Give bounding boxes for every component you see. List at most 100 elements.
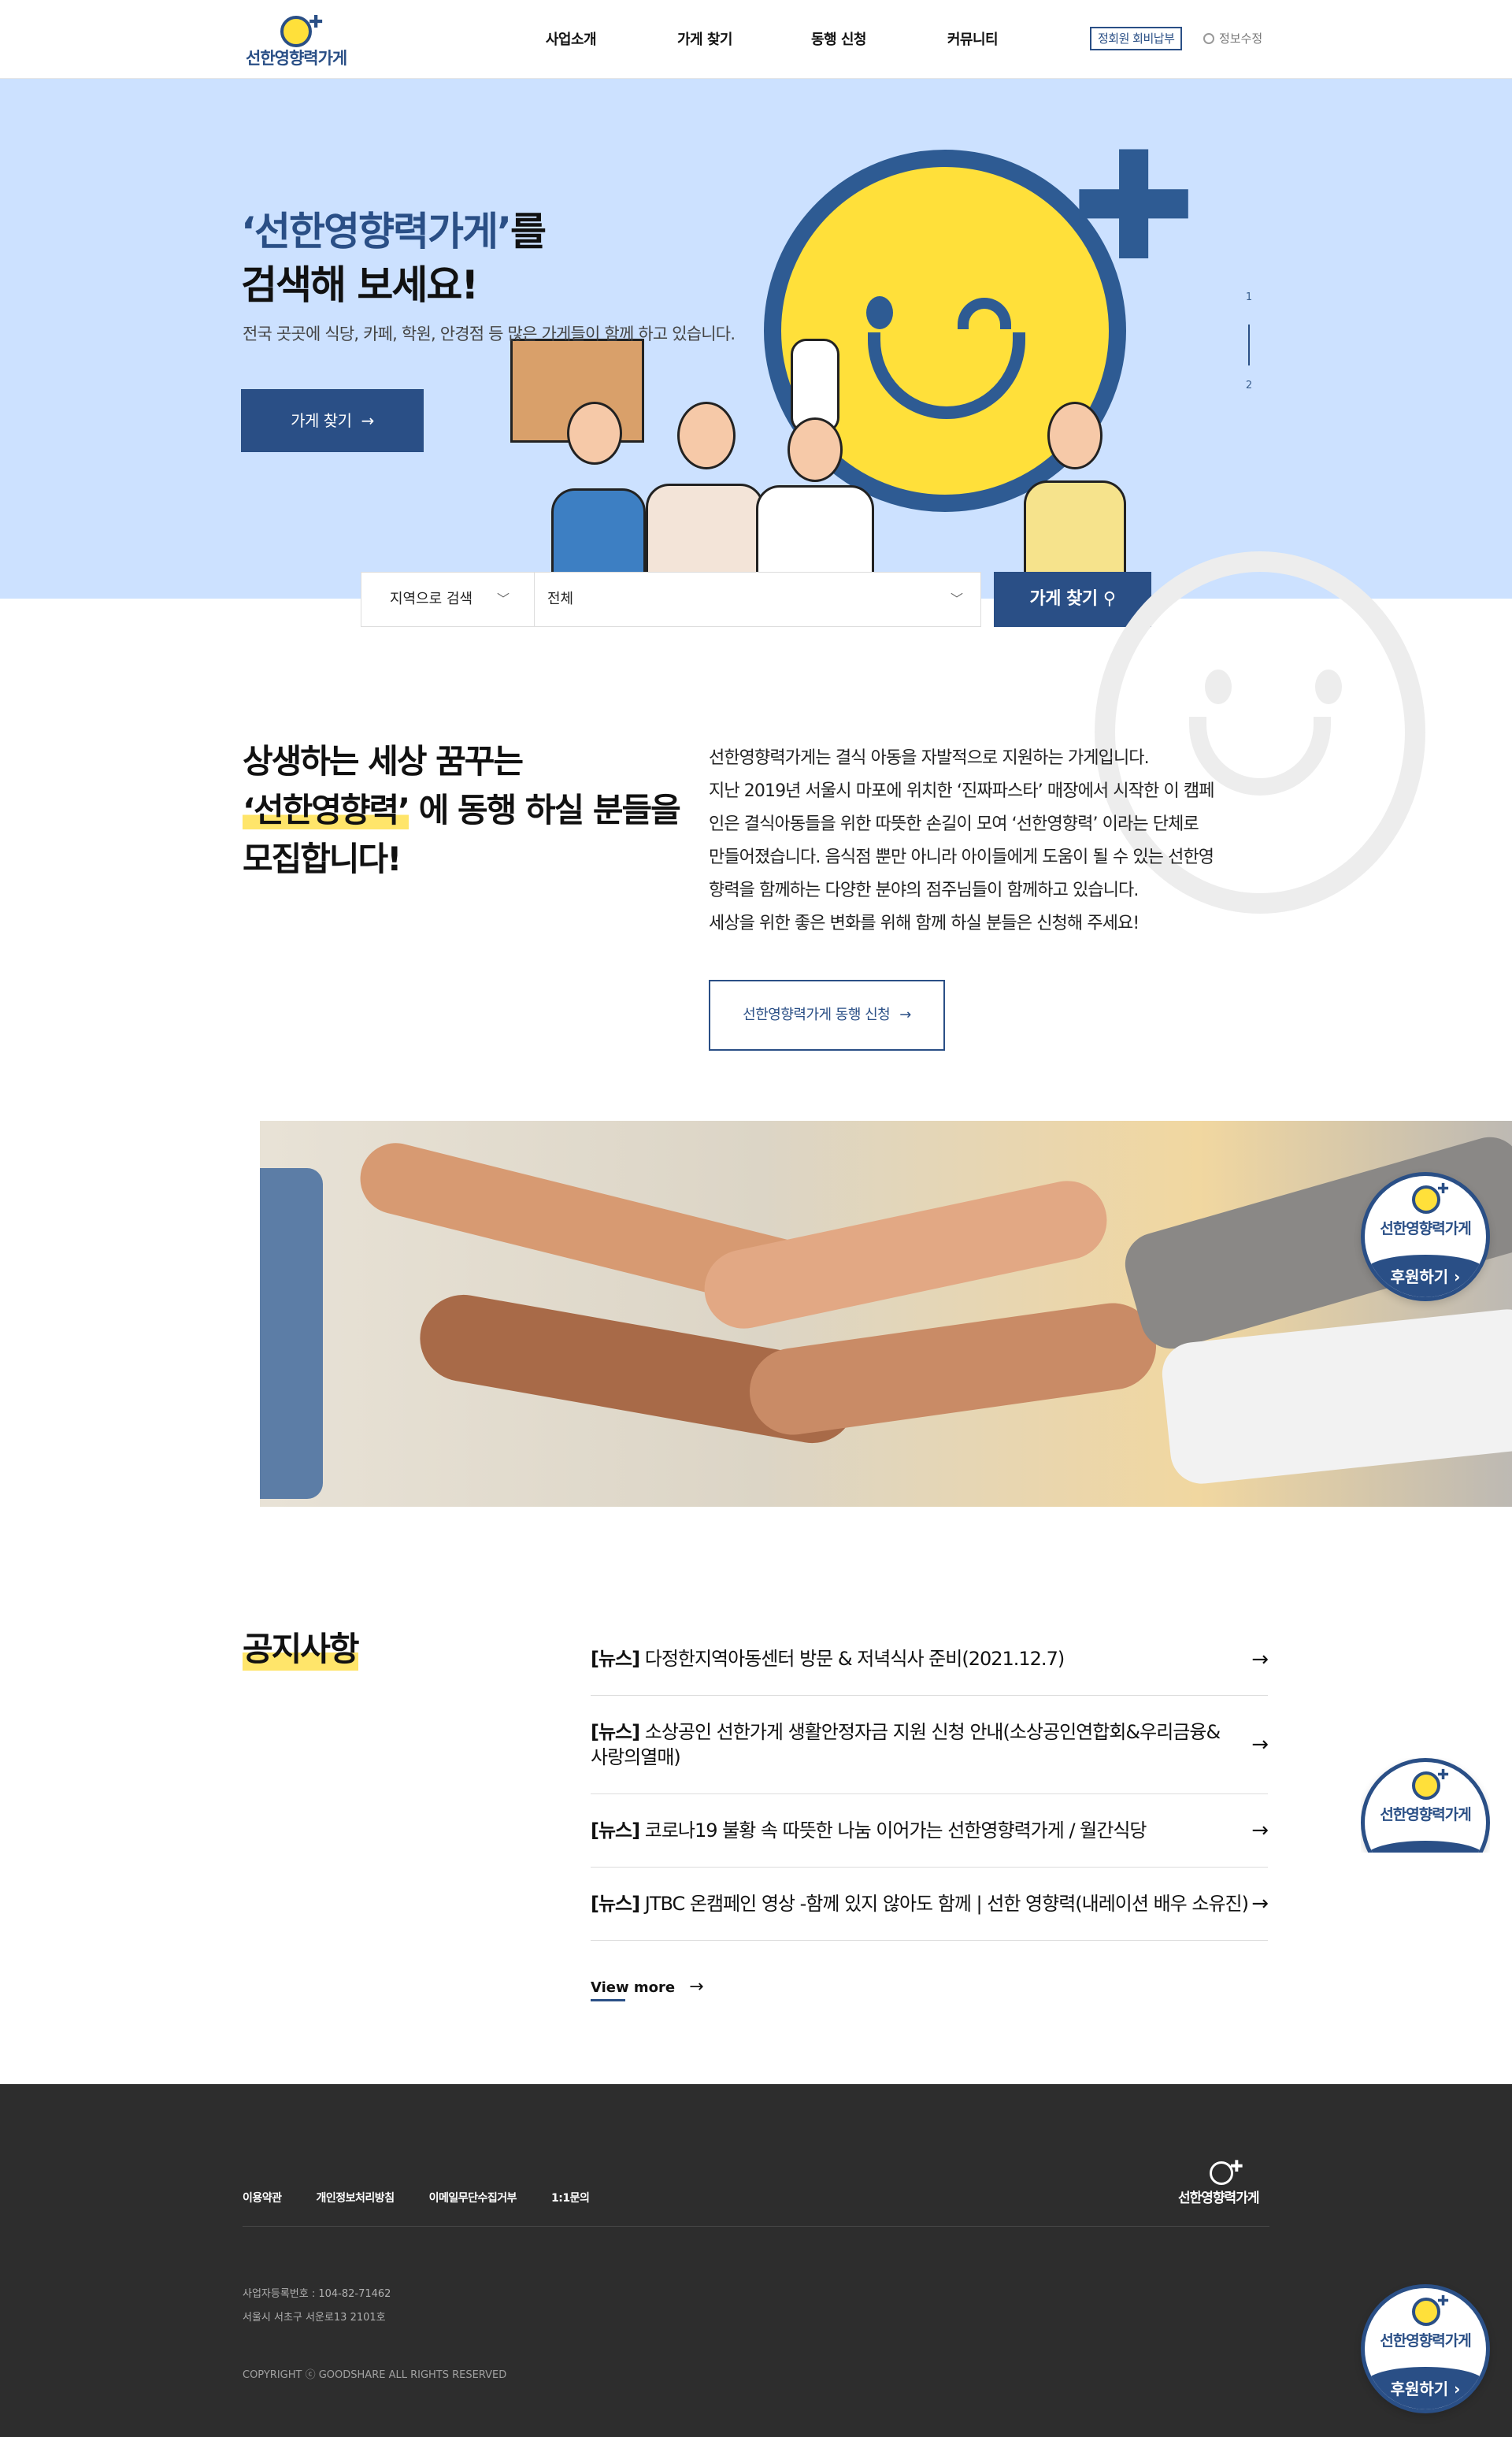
donate-badge[interactable]: ✚ 선한영향력가게 후원하기 › — [1361, 2284, 1490, 2413]
region-value-select[interactable]: 전체 ﹀ — [547, 573, 973, 626]
chevron-down-icon: ﹀ — [497, 592, 510, 606]
hero-button-label: 가게 찾기 — [291, 411, 352, 430]
intro-text-line: 인은 결식아동들을 위한 따뜻한 손길이 모여 ‘선한영향력’ 이라는 단체로 — [709, 814, 1199, 834]
site-header: ✚ 선한영향력가게 사업소개 가게 찾기 동행 신청 커뮤니티 정회원 회비납부… — [0, 0, 1512, 79]
nav-find-store[interactable]: 가게 찾기 — [638, 28, 772, 49]
footer-divider — [243, 2226, 1269, 2227]
notice-text: JTBC 온캠페인 영상 -함께 있지 않아도 함께 | 선한 영향력(내레이션… — [639, 1893, 1249, 1915]
slide-progress-bar — [1248, 325, 1250, 365]
footer-address: 서울시 서초구 서운로13 2101호 — [243, 2312, 386, 2324]
notice-item[interactable]: [뉴스] JTBC 온캠페인 영상 -함께 있지 않아도 함께 | 선한 영향력… — [591, 1868, 1268, 1941]
arrow-right-icon: → — [361, 411, 375, 430]
donate-badge-partial[interactable]: ✚ 선한영향력가게 후원하기 › — [1361, 1758, 1490, 1853]
footer-logo[interactable]: ✚ 선한영향력가게 — [1178, 2157, 1269, 2209]
notice-item[interactable]: [뉴스] 코로나19 불황 속 따뜻한 나눔 이어가는 선한영향력가게 / 월간… — [591, 1794, 1269, 1868]
view-more-underline — [591, 1999, 625, 2001]
hero-banner: ✚ ‘선한영향력가게’를 검색해 보세요! 전국 곳곳에 식당, 카페, 학원,… — [0, 79, 1512, 599]
member-fee-button[interactable]: 정회원 회비납부 — [1090, 27, 1183, 50]
main-nav: 사업소개 가게 찾기 동행 신청 커뮤니티 — [504, 28, 1040, 49]
chevron-down-icon: ﹀ — [951, 592, 964, 606]
logo-plus-icon: ✚ — [309, 13, 324, 32]
edit-info-label: 정보수정 — [1219, 32, 1263, 46]
nav-about[interactable]: 사업소개 — [504, 28, 638, 49]
slide-indicator[interactable]: 1 2 — [1244, 291, 1254, 410]
hero-title-highlight: ‘선한영향력가게’ — [241, 209, 512, 254]
notice-tag: [뉴스] — [591, 1819, 640, 1842]
intro-text-line: 지난 2019년 서울시 마포에 위치한 ‘진짜파스타’ 매장에서 시작한 이 … — [709, 781, 1215, 801]
barista-person — [646, 402, 764, 599]
notice-section-title: 공지사항 — [243, 1623, 360, 1671]
hero-title: ‘선한영향력가게’를 검색해 보세요! — [241, 205, 547, 312]
hero-title-line2: 검색해 보세요! — [241, 262, 479, 308]
notice-text: 코로나19 불황 속 따뜻한 나눔 이어가는 선한영향력가게 / 월간식당 — [639, 1819, 1147, 1842]
hero-find-store-button[interactable]: 가게 찾기 → — [241, 389, 424, 452]
logo-plus-icon: ✚ — [1230, 2157, 1243, 2175]
intro-title-highlight: ‘선한영향력’ — [243, 791, 410, 829]
region-select-label: 지역으로 검색 — [390, 591, 473, 607]
footer-link-email-policy[interactable]: 이메일무단수집거부 — [429, 2190, 517, 2205]
notice-tag: [뉴스] — [591, 1721, 640, 1743]
footer-logo-text: 선한영향력가게 — [1178, 2190, 1259, 2206]
donate-button[interactable]: 후원하기 › — [1365, 2367, 1486, 2409]
site-footer: 이용약관 개인정보처리방침 이메일무단수집거부 1:1문의 ✚ 선한영향력가게 … — [0, 2084, 1512, 2437]
footer-copyright: COPYRIGHT ⓒ GOODSHARE ALL RIGHTS RESERVE… — [243, 2369, 507, 2381]
intro-title-line1: 상생하는 세상 꿈꾸는 — [243, 742, 524, 781]
donate-button[interactable]: 후원하기 › — [1365, 1841, 1486, 1853]
intro-text-line: 세상을 위한 좋은 변화를 위해 함께 하실 분들은 신청해 주세요! — [709, 914, 1140, 933]
logo-face-icon — [1412, 2298, 1440, 2326]
footer-link-terms[interactable]: 이용약관 — [243, 2190, 282, 2205]
arrow-right-icon: → — [1251, 1648, 1269, 1671]
slide-number-1[interactable]: 1 — [1244, 291, 1254, 303]
delivery-person — [551, 402, 646, 599]
logo-plus-icon: ✚ — [1437, 1767, 1450, 1783]
mascot-plus-icon: ✚ — [1071, 120, 1197, 294]
intro-text-line: 향력을 함께하는 다양한 분야의 점주님들이 함께하고 있습니다. — [709, 881, 1139, 900]
footer-link-inquiry[interactable]: 1:1문의 — [551, 2190, 590, 2205]
intro-description: 선한영향력가게는 결식 아동을 자발적으로 지원하는 가게입니다. 지난 201… — [709, 742, 1276, 940]
hero-subtitle: 전국 곳곳에 식당, 카페, 학원, 안경점 등 많은 가게들이 함께 하고 있… — [243, 325, 736, 343]
donate-badge[interactable]: ✚ 선한영향력가게 후원하기 › — [1361, 1172, 1490, 1301]
notice-list: [뉴스] 다정한지역아동센터 방문 & 저녁식사 준비(2021.12.7) → … — [591, 1624, 1269, 1941]
arrow-right-icon: → — [1251, 1892, 1268, 1916]
store-search-bar: 지역으로 검색 ﹀ 전체 ﹀ — [361, 572, 981, 627]
donate-badge-logo: 선한영향력가게 — [1380, 2332, 1471, 2350]
logo-face-icon — [280, 16, 312, 47]
chef-person — [756, 339, 874, 599]
shop-owners-illustration — [504, 323, 1166, 599]
nav-community[interactable]: 커뮤니티 — [906, 28, 1040, 49]
notice-tag: [뉴스] — [591, 1893, 640, 1915]
logo-text: 선한영향력가게 — [246, 49, 347, 68]
apply-button-label: 선한영향력가게 동행 신청 — [743, 1007, 891, 1023]
donate-button[interactable]: 후원하기 › — [1365, 1255, 1486, 1297]
edit-info-link[interactable]: 정보수정 — [1203, 30, 1262, 46]
donate-badge-logo: 선한영향력가게 — [1380, 1806, 1471, 1823]
hero-title-rest: 를 — [510, 209, 547, 254]
slide-number-2[interactable]: 2 — [1244, 380, 1254, 391]
notice-item[interactable]: [뉴스] 다정한지역아동센터 방문 & 저녁식사 준비(2021.12.7) → — [591, 1624, 1269, 1696]
apply-store-button[interactable]: 선한영향력가게 동행 신청 → — [709, 980, 945, 1051]
intro-title: 상생하는 세상 꿈꾸는 ‘선한영향력’ 에 동행 하실 분들을 모집합니다! — [243, 737, 681, 884]
notice-tag: [뉴스] — [591, 1648, 640, 1670]
view-more-link[interactable]: View more → — [591, 1977, 704, 2001]
logo-plus-icon: ✚ — [1437, 1181, 1450, 1197]
intro-title-line2: 에 동행 하실 분들을 — [409, 791, 681, 829]
logo-plus-icon: ✚ — [1437, 2293, 1450, 2309]
intro-title-line3: 모집합니다! — [243, 840, 402, 878]
logo-face-icon — [1412, 1185, 1440, 1214]
site-logo[interactable]: ✚ 선한영향력가게 — [246, 13, 356, 69]
intro-text-line: 만들어졌습니다. 음식점 뿐만 아니라 아이들에게 도움이 될 수 있는 선한영 — [709, 848, 1214, 867]
donate-badge[interactable]: ✚ 선한영향력가게 후원하기 › — [1361, 1758, 1490, 1853]
notice-text: 다정한지역아동센터 방문 & 저녁식사 준비(2021.12.7) — [639, 1648, 1065, 1670]
region-select[interactable]: 지역으로 검색 ﹀ — [361, 573, 535, 626]
hands-together-photo — [260, 1121, 1512, 1507]
arrow-right-icon: → — [689, 1977, 704, 1997]
footer-links: 이용약관 개인정보처리방침 이메일무단수집거부 1:1문의 — [243, 2190, 624, 2205]
nav-apply[interactable]: 동행 신청 — [772, 28, 906, 49]
notice-item[interactable]: [뉴스] 소상공인 선한가게 생활안정자금 지원 신청 안내(소상공인연합회&우… — [591, 1696, 1269, 1794]
intro-text-line: 선한영향력가게는 결식 아동을 자발적으로 지원하는 가게입니다. — [709, 748, 1150, 768]
view-more-label: View more — [591, 1979, 676, 1996]
footer-link-privacy[interactable]: 개인정보처리방침 — [317, 2190, 395, 2205]
user-icon — [1203, 33, 1214, 44]
footer-company-info: 사업자등록번호 : 104-82-71462 서울시 서초구 서운로13 210… — [243, 2283, 391, 2330]
notice-text: 소상공인 선한가게 생활안정자금 지원 신청 안내(소상공인연합회&우리금융&사… — [591, 1721, 1221, 1768]
